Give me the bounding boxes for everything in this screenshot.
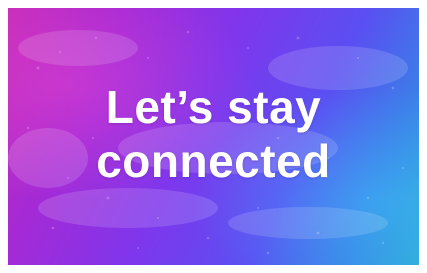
hero-banner: Let’s stay connected <box>8 8 419 265</box>
headline-line-1: Let’s stay <box>105 81 322 133</box>
headline: Let’s stay connected <box>8 80 419 188</box>
headline-line-2: connected <box>96 135 331 187</box>
